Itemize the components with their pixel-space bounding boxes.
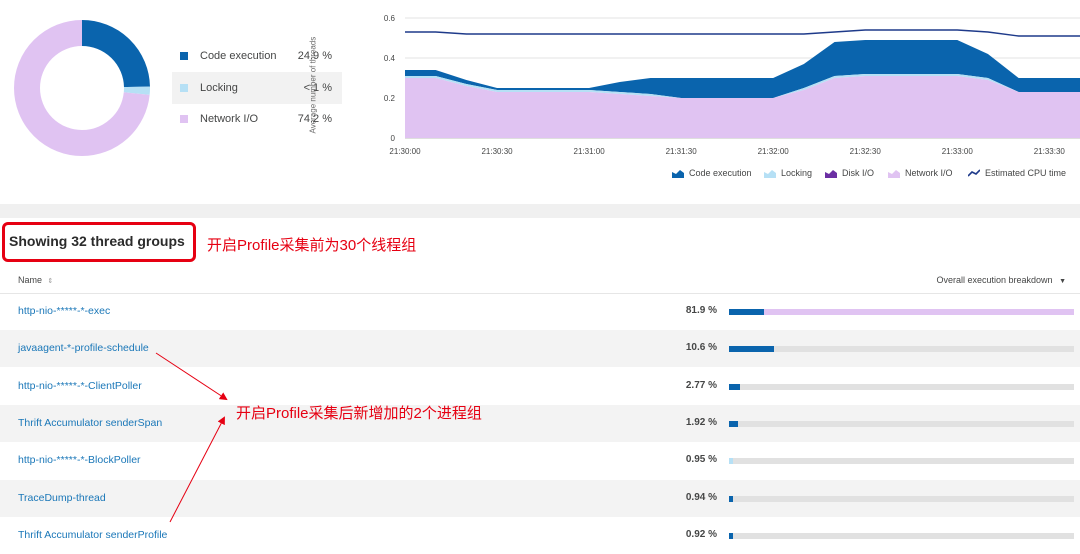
annotation-after-note: 开启Profile采集后新增加的2个进程组 — [236, 405, 482, 422]
annotation-arrows — [155, 352, 228, 523]
arrow-to-sender-profile — [169, 416, 225, 523]
arrow-to-profile-schedule — [155, 352, 228, 401]
